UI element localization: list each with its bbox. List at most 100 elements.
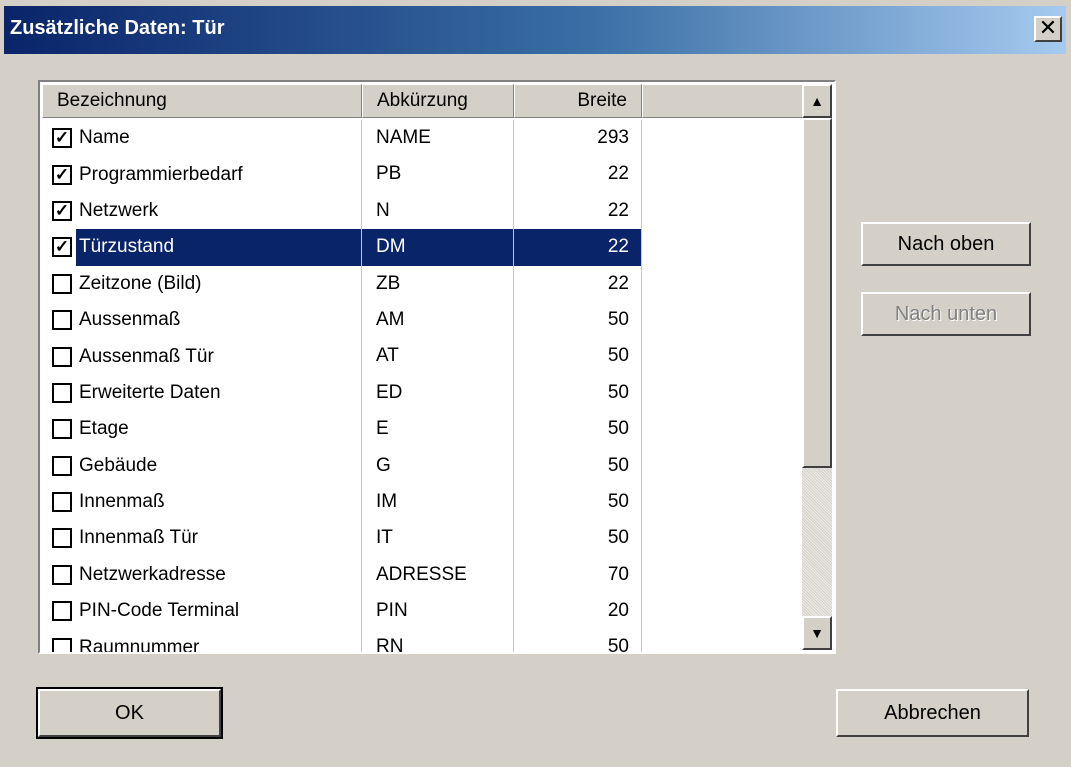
move-up-button[interactable]: Nach oben [861, 222, 1031, 266]
cell-abkuerzung: PB [362, 156, 514, 193]
cell-abkuerzung: E [362, 411, 514, 448]
cell-empty [642, 229, 804, 265]
list-row[interactable]: Innenmaß IM 50 [42, 483, 804, 521]
row-checkbox[interactable] [52, 492, 72, 513]
row-checkbox[interactable] [52, 310, 72, 331]
list-row[interactable]: Aussenmaß AM 50 [42, 301, 804, 339]
list-row[interactable]: Innenmaß Tür IT 50 [42, 520, 804, 557]
cancel-button[interactable]: Abbrechen [836, 689, 1029, 737]
close-button[interactable]: ✕ [1034, 16, 1062, 42]
cell-empty [642, 120, 804, 156]
row-checkbox[interactable] [52, 528, 72, 549]
cell-breite: 50 [514, 520, 642, 557]
row-label: Name [79, 127, 130, 149]
cell-abkuerzung: ZB [362, 265, 514, 302]
row-label: Netzwerk [79, 199, 159, 221]
title-bar[interactable]: Zusätzliche Daten: Tür ✕ [4, 6, 1066, 54]
row-checkbox[interactable]: ✓ [52, 237, 72, 258]
row-label: Türzustand [78, 230, 361, 265]
cell-abkuerzung: RN [362, 629, 514, 652]
list-row[interactable]: Zeitzone (Bild) ZB 22 [42, 265, 804, 302]
vertical-scrollbar[interactable]: ▲ ▼ [802, 84, 832, 650]
cell-empty [642, 411, 804, 447]
cell-bezeichnung: Raumnummer [42, 629, 362, 652]
row-label: Innenmaß [79, 491, 165, 513]
list-row[interactable]: ✓ Name NAME 293 [42, 120, 804, 157]
cell-bezeichnung: Innenmaß Tür [42, 520, 362, 557]
row-label: Zeitzone (Bild) [79, 272, 202, 294]
cell-breite: 22 [514, 265, 642, 302]
scroll-up-button[interactable]: ▲ [802, 84, 832, 118]
cell-abkuerzung: G [362, 447, 514, 484]
list-row[interactable]: PIN-Code Terminal PIN 20 [42, 593, 804, 630]
cell-breite: 50 [514, 338, 642, 375]
cell-empty [642, 266, 804, 302]
cell-breite: 50 [514, 629, 642, 652]
cell-abkuerzung: PIN [362, 593, 514, 630]
column-header-bezeichnung[interactable]: Bezeichnung [42, 84, 362, 118]
row-checkbox[interactable] [52, 564, 72, 585]
cell-bezeichnung: ✓ Netzwerk [42, 192, 362, 230]
cell-empty [642, 593, 804, 629]
scrollbar-thumb[interactable] [802, 118, 832, 468]
cell-abkuerzung: IT [362, 520, 514, 557]
cell-abkuerzung: AT [362, 338, 514, 375]
cell-bezeichnung: Aussenmaß Tür [42, 338, 362, 375]
row-checkbox[interactable] [52, 273, 72, 294]
column-header-breite[interactable]: Breite [514, 84, 642, 118]
row-label: Etage [79, 418, 129, 440]
list-row[interactable]: ✓ Türzustand DM 22 [42, 229, 804, 266]
row-label: PIN-Code Terminal [79, 600, 240, 622]
cell-abkuerzung: IM [362, 483, 514, 521]
list-row[interactable]: Erweiterte Daten ED 50 [42, 374, 804, 412]
cell-empty [642, 448, 804, 484]
column-header-abkuerzung[interactable]: Abkürzung [362, 84, 514, 118]
ok-button[interactable]: OK [36, 687, 223, 739]
cell-bezeichnung: Netzwerkadresse [42, 556, 362, 594]
arrow-up-icon: ▲ [810, 93, 824, 109]
row-label: Innenmaß Tür [79, 527, 198, 549]
row-checkbox[interactable]: ✓ [52, 200, 72, 221]
cell-empty [642, 484, 804, 520]
list-row[interactable]: Etage E 50 [42, 411, 804, 448]
cell-abkuerzung: AM [362, 301, 514, 339]
cell-abkuerzung: ED [362, 374, 514, 412]
cell-breite: 293 [514, 120, 642, 157]
cell-bezeichnung: PIN-Code Terminal [42, 593, 362, 630]
columns-list[interactable]: Bezeichnung Abkürzung Breite ✓ Name NAME 29… [38, 80, 836, 654]
list-row[interactable]: ✓ Netzwerk N 22 [42, 192, 804, 230]
cell-breite: 22 [514, 156, 642, 193]
row-checkbox[interactable]: ✓ [52, 128, 72, 149]
list-row[interactable]: Aussenmaß Tür AT 50 [42, 338, 804, 375]
row-checkbox[interactable] [52, 455, 72, 476]
list-row[interactable]: Gebäude G 50 [42, 447, 804, 484]
cell-empty [642, 193, 804, 229]
cell-empty [642, 156, 804, 192]
row-checkbox[interactable] [52, 382, 72, 403]
row-checkbox[interactable] [52, 346, 72, 367]
cell-empty [642, 629, 804, 652]
row-checkbox[interactable] [52, 601, 72, 622]
cell-breite: 22 [514, 229, 642, 266]
list-row[interactable]: Netzwerkadresse ADRESSE 70 [42, 556, 804, 594]
column-header-empty[interactable] [642, 84, 804, 118]
row-checkbox[interactable] [52, 637, 72, 652]
row-checkbox[interactable]: ✓ [52, 164, 72, 185]
row-label: Gebäude [79, 454, 158, 476]
cell-empty [642, 557, 804, 593]
row-label: Aussenmaß [79, 309, 181, 331]
list-row[interactable]: ✓ Programmierbedarf PB 22 [42, 156, 804, 193]
cell-breite: 50 [514, 447, 642, 484]
cell-bezeichnung: Zeitzone (Bild) [42, 265, 362, 302]
close-icon: ✕ [1038, 15, 1058, 40]
cell-empty [642, 302, 804, 338]
scroll-down-button[interactable]: ▼ [802, 616, 832, 650]
window-title: Zusätzliche Daten: Tür [10, 17, 225, 39]
cell-bezeichnung: Innenmaß [42, 483, 362, 521]
cell-bezeichnung: Aussenmaß [42, 301, 362, 339]
row-label: Erweiterte Daten [79, 381, 221, 403]
row-checkbox[interactable] [52, 419, 72, 440]
list-row[interactable]: Raumnummer RN 50 [42, 629, 804, 652]
move-down-button[interactable]: Nach unten [861, 292, 1031, 336]
cell-bezeichnung: ✓ Name [42, 120, 362, 157]
